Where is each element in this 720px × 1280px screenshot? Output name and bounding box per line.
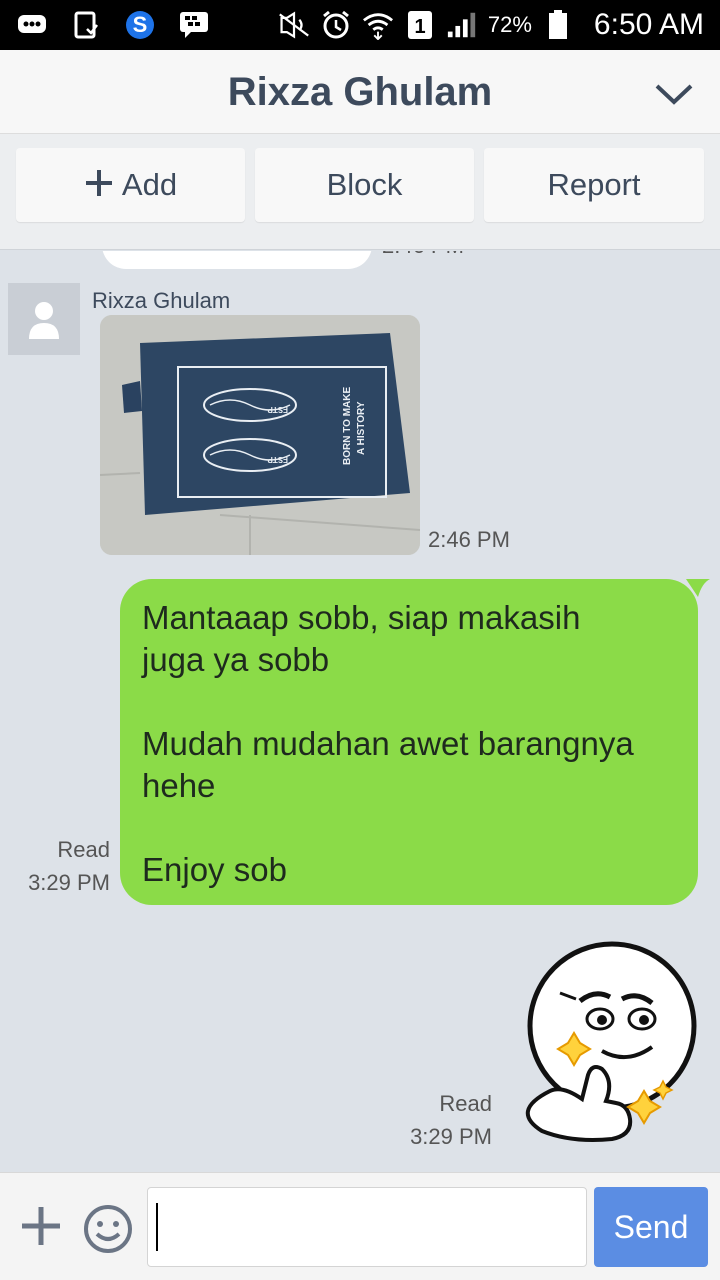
battery-percent: 72% (487, 12, 532, 37)
bbm-icon (178, 11, 210, 39)
photo-slogan-line1: BORN TO MAKE (342, 387, 353, 465)
message-line: Mudah mudahan awet barangnya (142, 725, 634, 762)
message-line: hehe (142, 767, 216, 804)
read-label: Read (439, 1091, 492, 1116)
battery-icon (542, 10, 574, 39)
thumbs-up-sticker[interactable] (510, 941, 710, 1151)
chat-header: Rixza Ghulam (0, 50, 720, 134)
add-label: Add (121, 167, 178, 202)
message-line: juga ya sobb (142, 641, 330, 678)
report-label: Report (547, 167, 641, 202)
contact-actions-bar: Add Block Report (0, 134, 720, 250)
clipboard-icon (70, 11, 102, 39)
received-photo[interactable]: BORN TO MAKE A HISTORY FSTP FSTP (100, 315, 420, 555)
message-input[interactable] (147, 1187, 587, 1267)
avatar[interactable] (8, 283, 80, 355)
photo-time: 2:46 PM (428, 527, 510, 552)
text-caret (156, 1203, 158, 1251)
message-line (142, 807, 676, 849)
thumbs-up-face-icon (525, 941, 697, 1142)
message-time: 3:29 PM (28, 870, 110, 895)
shoe-bag-photo: BORN TO MAKE A HISTORY FSTP FSTP (100, 315, 420, 555)
message-line (142, 681, 676, 723)
previous-message-time: 2:46 PM (382, 251, 464, 259)
bubble-tail (686, 579, 710, 599)
chevron-down-icon[interactable] (654, 78, 694, 108)
block-button[interactable]: Block (255, 148, 474, 222)
read-receipt: Read 3:29 PM (20, 833, 110, 899)
send-button[interactable]: Send (594, 1187, 708, 1267)
s-app-icon: S (124, 11, 156, 39)
block-label: Block (326, 167, 403, 202)
sim-label: 1 (414, 16, 425, 38)
attach-plus-icon[interactable] (16, 1201, 66, 1251)
wifi-icon (362, 11, 394, 40)
emoji-icon[interactable] (82, 1203, 134, 1255)
message-line: Mantaaap sobb, siap makasih (142, 599, 581, 636)
svg-text:S: S (133, 12, 148, 37)
photo-brand-top: FSTP (267, 405, 288, 414)
add-friend-button[interactable]: Add (16, 148, 245, 222)
photo-brand-bottom: FSTP (267, 455, 288, 464)
chat-messages[interactable]: 2:46 PM Rixza Ghulam BORN TO MAKE A HIST… (0, 251, 720, 1172)
photo-slogan-line2: A HISTORY (356, 401, 367, 455)
bbm-chat-icon (16, 11, 48, 39)
sim-icon: 1 (404, 11, 436, 39)
sent-message-bubble[interactable]: Mantaaap sobb, siap makasih juga ya sobb… (120, 579, 698, 905)
status-bar: S 1 72% 6:50 AM (0, 0, 720, 50)
contact-name-title[interactable]: Rixza Ghulam (0, 70, 720, 115)
report-button[interactable]: Report (484, 148, 704, 222)
read-label: Read (57, 837, 110, 862)
default-avatar-icon (29, 302, 59, 339)
previous-message-bubble[interactable] (102, 251, 372, 269)
sender-name: Rixza Ghulam (92, 288, 231, 313)
notification-icons: S (16, 11, 210, 39)
sticker-read-receipt: Read 3:29 PM (400, 1087, 492, 1153)
clock: 6:50 AM (593, 8, 704, 41)
alarm-icon (320, 10, 352, 39)
sticker-time: 3:29 PM (410, 1124, 492, 1149)
system-icons: 1 72% 6:50 AM (278, 8, 704, 42)
plus-icon (84, 165, 114, 205)
mute-icon (278, 11, 310, 39)
message-input-bar: Send (0, 1172, 720, 1280)
message-line: Enjoy sob (142, 851, 287, 888)
signal-icon (446, 11, 478, 39)
